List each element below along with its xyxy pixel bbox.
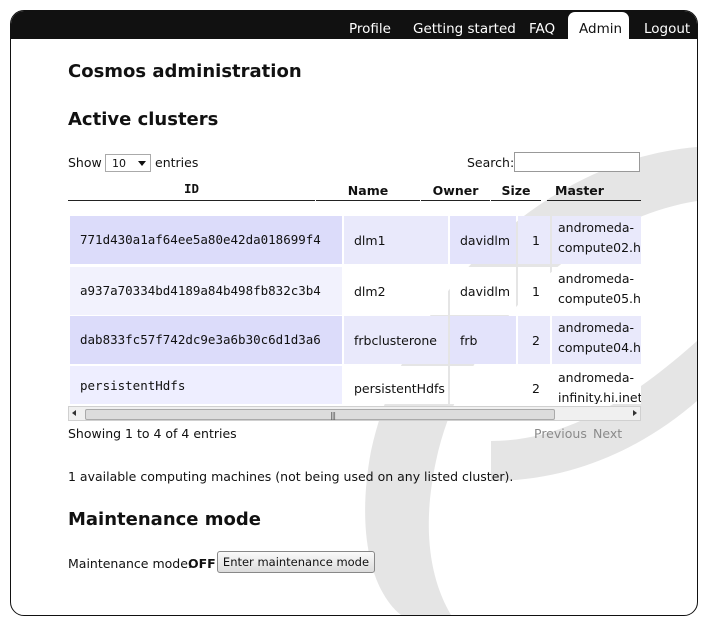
column-header-id[interactable]: ID (68, 179, 315, 201)
pagination-previous[interactable]: Previous (534, 426, 587, 441)
cluster-size-cell: 1 (518, 216, 550, 264)
cluster-id-cell: a937a70334bd4189a84b498fb832c3b4 (70, 267, 342, 315)
master-line-1: andromeda- (558, 370, 635, 385)
available-machines-text: 1 available computing machines (not bein… (68, 469, 514, 484)
cluster-master-cell: andromeda-infinity.hi.inet (552, 366, 641, 404)
cluster-master-cell: andromeda-compute04.hi (552, 316, 641, 364)
nav-faq-label: FAQ (529, 21, 556, 37)
cluster-id-cell: dab833fc57f742dc9e3a6b30c6d1d3a6 (70, 316, 342, 364)
maintenance-heading: Maintenance mode (68, 509, 261, 530)
search-input[interactable] (514, 152, 640, 172)
nav-profile-label: Profile (349, 21, 391, 37)
nav-getting-started-label: Getting started (413, 21, 516, 37)
nav-getting-started[interactable]: Getting started (405, 11, 516, 39)
page-length-select[interactable]: 10 (105, 154, 151, 172)
nav-faq[interactable]: FAQ (521, 11, 561, 39)
column-header-name[interactable]: Name (316, 179, 420, 201)
master-line-2: infinity.hi.inet (558, 390, 641, 404)
maintenance-status: OFF (188, 556, 216, 571)
cluster-master-cell: andromeda-compute02.hi (552, 216, 641, 264)
clusters-table: ID Name Owner Size Master 771d430a1af64e… (68, 179, 641, 404)
master-line-1: andromeda- (558, 220, 635, 235)
cluster-id-cell: 771d430a1af64ee5a80e42da018699f4 (70, 216, 342, 264)
column-header-master[interactable]: Master (547, 179, 641, 201)
master-line-2: compute04.hi (558, 340, 641, 355)
nav-logout[interactable]: Logout (636, 11, 694, 39)
search-label: Search: (467, 155, 515, 170)
cluster-owner-cell: frb (450, 316, 516, 364)
scroll-right-arrow-icon[interactable] (633, 410, 637, 416)
grip-icon: ||| (330, 411, 336, 420)
enter-maintenance-button[interactable]: Enter maintenance mode (217, 551, 375, 573)
show-label: Show (68, 155, 102, 170)
cluster-name-cell: dlm1 (344, 216, 448, 264)
cluster-id-cell: persistentHdfs (70, 366, 342, 404)
cluster-size-cell: 2 (518, 316, 550, 364)
nav-logout-label: Logout (644, 21, 691, 37)
app-frame: Profile Getting started FAQ Admin Logout… (10, 10, 698, 616)
page-title: Cosmos administration (68, 61, 302, 82)
chevron-down-icon (138, 161, 146, 166)
nav-admin[interactable]: Admin (568, 12, 629, 39)
cluster-owner-cell (450, 366, 516, 404)
entries-label: entries (155, 155, 199, 170)
table-horizontal-scrollbar[interactable]: ||| (68, 406, 641, 421)
table-info: Showing 1 to 4 of 4 entries (68, 426, 237, 441)
cluster-name-cell: frbclusterone (344, 316, 448, 364)
nav-admin-label: Admin (579, 21, 623, 37)
page-length-value: 10 (112, 157, 126, 170)
cluster-owner-cell: davidlm (450, 267, 516, 315)
nav-profile[interactable]: Profile (341, 11, 397, 39)
cluster-size-cell: 1 (518, 267, 550, 315)
cluster-name-cell: dlm2 (344, 267, 448, 315)
cluster-name-cell: persistentHdfs (344, 366, 448, 404)
cluster-master-cell: andromeda-compute05.hi (552, 267, 641, 315)
master-line-1: andromeda- (558, 271, 635, 286)
column-header-size[interactable]: Size (491, 179, 541, 201)
cluster-size-cell: 2 (518, 366, 550, 404)
master-line-2: compute05.hi (558, 291, 641, 306)
active-clusters-heading: Active clusters (68, 109, 219, 130)
master-line-2: compute02.hi (558, 240, 641, 255)
scrollbar-thumb[interactable]: ||| (85, 409, 555, 420)
pagination-next[interactable]: Next (593, 426, 622, 441)
maintenance-label: Maintenance mode: (68, 556, 193, 571)
master-line-1: andromeda- (558, 320, 635, 335)
top-navbar: Profile Getting started FAQ Admin Logout (11, 11, 697, 39)
cluster-owner-cell: davidlm (450, 216, 516, 264)
column-header-owner[interactable]: Owner (421, 179, 490, 201)
scroll-left-arrow-icon[interactable] (72, 410, 76, 416)
